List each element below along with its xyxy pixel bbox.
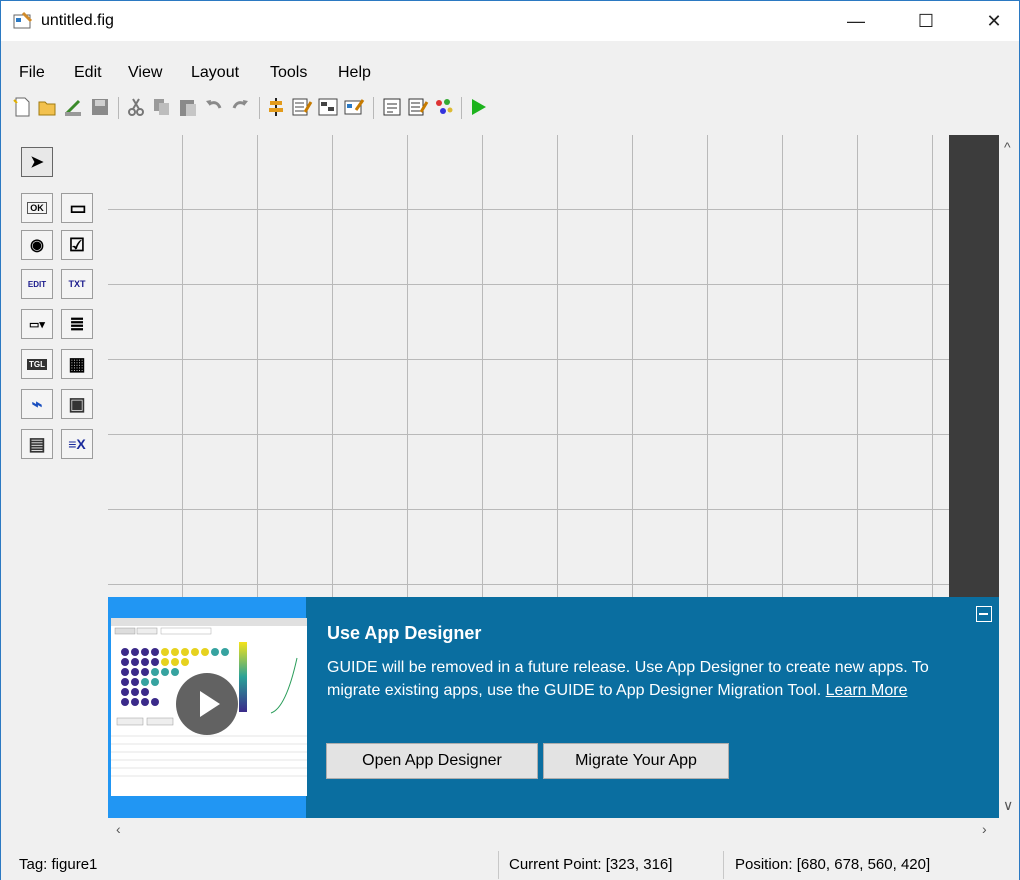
toolbar-separator bbox=[373, 97, 374, 119]
collapse-banner-icon[interactable] bbox=[976, 606, 992, 622]
paste-icon[interactable] bbox=[177, 96, 199, 118]
menu-editor-icon[interactable] bbox=[291, 96, 313, 118]
learn-more-link[interactable]: Learn More bbox=[826, 682, 908, 699]
scroll-up-icon[interactable]: ^ bbox=[1004, 139, 1011, 155]
radio-button-icon: ◉ bbox=[30, 237, 44, 254]
axes-tool[interactable]: ⌁ bbox=[21, 389, 53, 419]
axes-icon: ⌁ bbox=[31, 393, 43, 414]
activex-tool[interactable]: ≡X bbox=[61, 429, 93, 459]
undo-icon[interactable] bbox=[203, 96, 225, 118]
slider-tool[interactable]: ▭ bbox=[61, 193, 93, 223]
open-app-designer-button[interactable]: Open App Designer bbox=[326, 743, 538, 779]
menu-file[interactable]: File bbox=[19, 64, 45, 82]
horizontal-scrollbar[interactable]: ‹ › bbox=[108, 819, 999, 841]
button-group-icon: ▤ bbox=[28, 433, 46, 454]
edit-text-tool[interactable]: EDIT bbox=[21, 269, 53, 299]
listbox-tool[interactable]: ≣ bbox=[61, 309, 93, 339]
select-tool[interactable]: ➤ bbox=[21, 147, 53, 177]
copy-icon[interactable] bbox=[151, 96, 173, 118]
status-current-point: Current Point: [323, 316] bbox=[509, 856, 673, 873]
window-title: untitled.fig bbox=[41, 12, 114, 29]
popup-menu-tool[interactable]: ▭▾ bbox=[21, 309, 53, 339]
radio-button-tool[interactable]: ◉ bbox=[21, 230, 53, 260]
status-tag: Tag: figure1 bbox=[19, 856, 98, 873]
panel-tool[interactable]: ▣ bbox=[61, 389, 93, 419]
scroll-down-icon[interactable]: ∨ bbox=[1003, 797, 1013, 814]
banner-message: GUIDE will be removed in a future releas… bbox=[327, 656, 957, 702]
run-figure-icon[interactable] bbox=[467, 96, 489, 118]
push-button-tool[interactable]: OK bbox=[21, 193, 53, 223]
scroll-left-icon[interactable]: ‹ bbox=[116, 821, 121, 837]
tab-order-editor-icon[interactable] bbox=[317, 96, 339, 118]
guide-window: untitled.fig — ☐ ✕ File Edit View Layout… bbox=[0, 0, 1020, 880]
save-icon[interactable] bbox=[89, 96, 111, 118]
new-file-icon[interactable] bbox=[11, 96, 33, 118]
toggle-button-tool[interactable]: TGL bbox=[21, 349, 53, 379]
button-group-tool[interactable]: ▤ bbox=[21, 429, 53, 459]
maximize-icon: ☐ bbox=[917, 10, 935, 31]
play-video-button[interactable] bbox=[176, 673, 238, 735]
static-text-tool[interactable]: TXT bbox=[61, 269, 93, 299]
slider-icon: ▭ bbox=[69, 197, 86, 218]
export-icon[interactable] bbox=[63, 96, 85, 118]
table-tool[interactable]: ▦ bbox=[61, 349, 93, 379]
edit-text-icon: EDIT bbox=[27, 279, 47, 289]
toggle-button-icon: TGL bbox=[27, 358, 47, 370]
checkbox-tool[interactable]: ☑ bbox=[61, 230, 93, 260]
panel-icon: ▣ bbox=[68, 393, 86, 414]
status-position: Position: [680, 678, 560, 420] bbox=[735, 856, 931, 873]
open-file-icon[interactable] bbox=[37, 96, 59, 118]
status-divider bbox=[723, 851, 724, 879]
object-browser-icon[interactable] bbox=[433, 96, 455, 118]
redo-icon[interactable] bbox=[229, 96, 251, 118]
migrate-your-app-button[interactable]: Migrate Your App bbox=[543, 743, 729, 779]
checkbox-icon: ☑ bbox=[68, 234, 86, 255]
title-bar: untitled.fig — ☐ ✕ bbox=[1, 1, 1019, 41]
listbox-icon: ≣ bbox=[69, 313, 85, 334]
popup-menu-icon: ▭▾ bbox=[29, 318, 45, 331]
minimize-icon: — bbox=[847, 10, 865, 31]
static-text-icon: TXT bbox=[68, 279, 86, 289]
align-objects-icon[interactable] bbox=[265, 96, 287, 118]
menu-view[interactable]: View bbox=[128, 64, 162, 82]
table-icon: ▦ bbox=[68, 353, 86, 374]
push-button-icon: OK bbox=[27, 202, 47, 214]
minimize-button[interactable]: — bbox=[833, 1, 879, 41]
toolbar-separator bbox=[118, 97, 119, 119]
menu-help[interactable]: Help bbox=[338, 64, 371, 82]
arrow-icon: ➤ bbox=[30, 154, 44, 171]
scroll-right-icon[interactable]: › bbox=[982, 821, 987, 837]
menu-edit[interactable]: Edit bbox=[74, 64, 102, 82]
activex-icon: ≡X bbox=[68, 436, 86, 452]
vertical-scrollbar[interactable]: ^ ∨ bbox=[999, 135, 1019, 818]
menu-layout[interactable]: Layout bbox=[191, 64, 239, 82]
editor-icon[interactable] bbox=[381, 96, 403, 118]
figure-app-icon bbox=[13, 11, 33, 29]
toolbar-separator bbox=[461, 97, 462, 119]
close-icon: ✕ bbox=[986, 10, 1002, 31]
toolbar-editor-icon[interactable] bbox=[343, 96, 365, 118]
cut-icon[interactable] bbox=[125, 96, 147, 118]
property-inspector-icon[interactable] bbox=[407, 96, 429, 118]
maximize-button[interactable]: ☐ bbox=[903, 1, 949, 41]
status-divider bbox=[498, 851, 499, 879]
close-button[interactable]: ✕ bbox=[971, 1, 1017, 41]
toolbar-separator bbox=[259, 97, 260, 119]
menu-tools[interactable]: Tools bbox=[270, 64, 307, 82]
banner-title: Use App Designer bbox=[327, 623, 482, 643]
